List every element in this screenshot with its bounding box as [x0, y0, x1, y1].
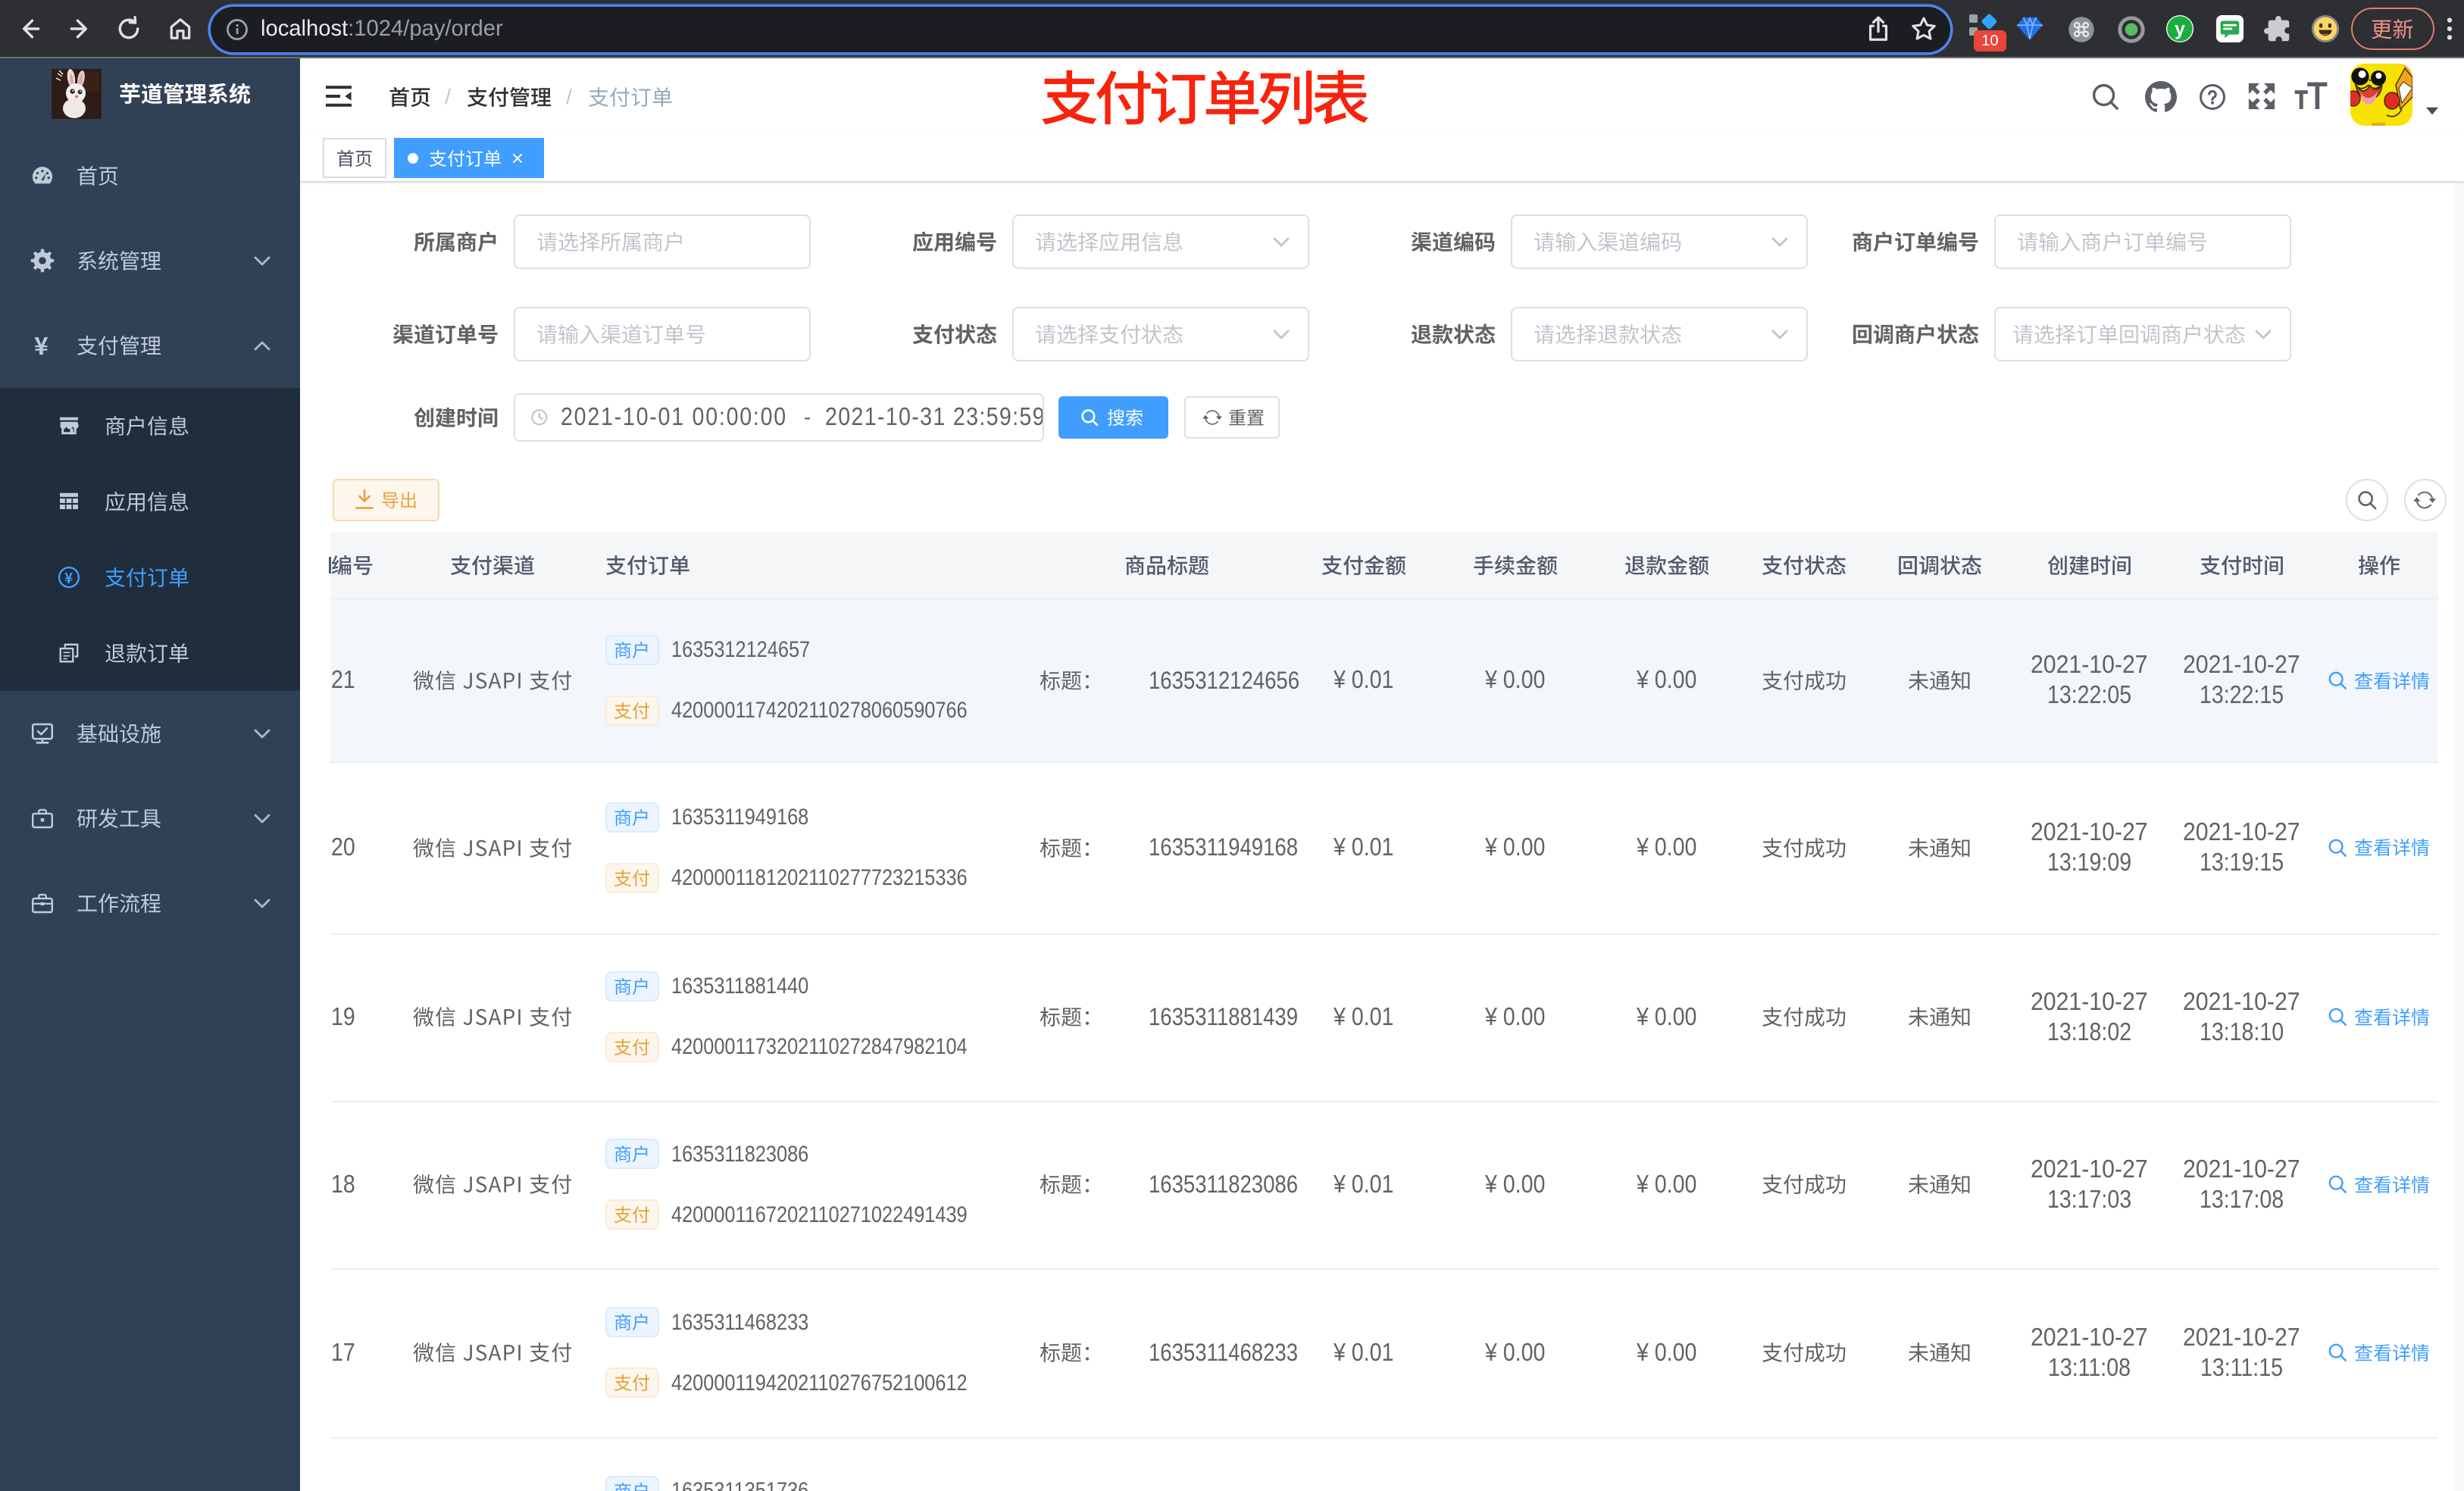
svg-text:y: y — [2175, 20, 2185, 40]
